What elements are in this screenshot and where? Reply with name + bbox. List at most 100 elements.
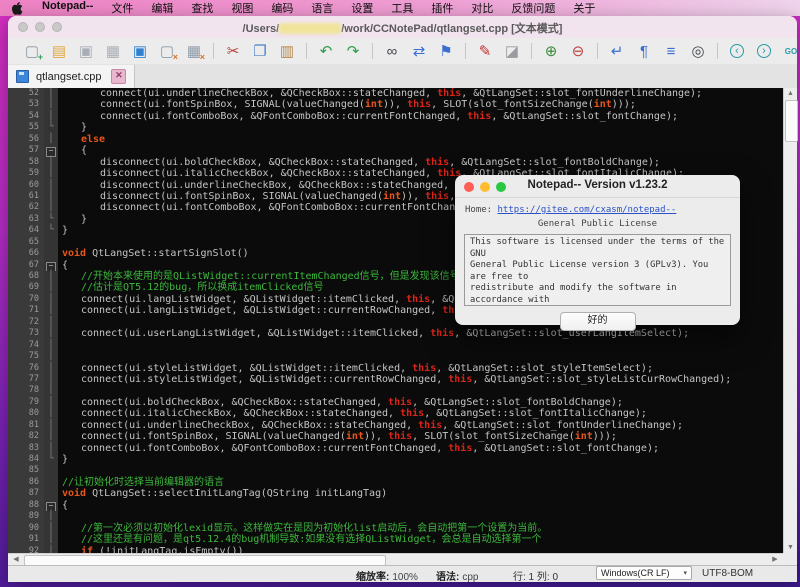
clear-mark-icon[interactable]: ◪ [500,41,524,61]
save-file-icon[interactable]: ▣ [74,41,98,61]
window-title-bar: /Users//work/CCNotePad/qtlangset.cpp [文本… [8,16,797,39]
open-folder-icon[interactable]: ▤ [47,41,71,61]
find-icon[interactable]: ∞ [380,41,404,61]
line-number: 74 [8,340,44,351]
bookmark-icon[interactable]: ⚑ [434,41,458,61]
menu-item-5[interactable]: 编码 [262,0,302,16]
home-label: Home: [465,205,492,215]
tab-close-icon[interactable]: ✕ [111,69,126,84]
menu-item-appname[interactable]: Notepad-- [33,0,102,16]
code-line-91[interactable]: 91│//这里还是有问题，是qt5.12.4的bug机制导致:如果没有选择QLi… [8,534,783,545]
fold-marker: │ [44,546,58,554]
menu-item-1[interactable]: 文件 [102,0,142,16]
code-line-78[interactable]: 78│ [8,385,783,396]
mark-highlight-icon[interactable]: ✎ [473,41,497,61]
home-link[interactable]: https://gitee.com/cxasm/notepad-- [498,205,677,215]
ok-button[interactable]: 好的 [560,312,636,331]
prev-position-glyph: ‹ [730,44,744,58]
code-line-81[interactable]: 81│connect(ui.underlineCheckBox, &QCheck… [8,420,783,431]
code-line-87[interactable]: 87void QtLangSet::selectInitLangTag(QStr… [8,488,783,499]
scroll-right-icon[interactable]: ▶ [768,555,782,563]
menu-item-3[interactable]: 查找 [182,0,222,16]
code-line-82[interactable]: 82│connect(ui.fontSpinBox, SIGNAL(valueC… [8,431,783,442]
copy-icon[interactable]: ❐ [248,41,272,61]
code-text: connect(ui.boldCheckBox, &QCheckBox::sta… [58,397,623,408]
menu-item-10[interactable]: 对比 [462,0,502,16]
code-text: } [58,122,87,133]
fold-marker: │ [44,420,58,431]
close-file-icon[interactable]: ▢× [155,41,179,61]
word-wrap-icon[interactable]: ↵ [605,41,629,61]
menu-item-11[interactable]: 反馈问题 [502,0,564,16]
code-line-54[interactable]: 54│connect(ui.fontComboBox, &QFontComboB… [8,111,783,122]
code-line-92[interactable]: 92│if (!initLangTag.isEmpty()) [8,546,783,554]
new-file-icon[interactable]: ▢+ [20,41,44,61]
scroll-up-icon[interactable]: ▲ [784,90,797,97]
save-all-icon[interactable]: ▦ [101,41,125,61]
code-text: void QtLangSet::startSignSlot() [58,248,249,259]
code-line-76[interactable]: 76│connect(ui.styleListWidget, &QListWid… [8,363,783,374]
tab-qtlangset[interactable]: qtlangset.cpp ✕ [8,65,135,88]
code-line-58[interactable]: 58│disconnect(ui.boldCheckBox, &QCheckBo… [8,157,783,168]
code-line-52[interactable]: 52│connect(ui.underlineCheckBox, &QCheck… [8,88,783,99]
replace-icon[interactable]: ⇄ [407,41,431,61]
zoom-out-icon[interactable]: ⊖ [566,41,590,61]
code-line-74[interactable]: 74│ [8,340,783,351]
code-line-56[interactable]: 56│else [8,134,783,145]
prev-position-icon[interactable]: ‹ [725,41,749,61]
menu-item-4[interactable]: 视图 [222,0,262,16]
code-line-77[interactable]: 77│connect(ui.styleListWidget, &QListWid… [8,374,783,385]
fold-marker: │ [44,99,58,110]
vertical-scrollbar-thumb[interactable] [785,100,798,142]
paste-icon[interactable]: ▥ [275,41,299,61]
show-symbols-icon[interactable]: ¶ [632,41,656,61]
line-number: 66 [8,248,44,259]
code-line-89[interactable]: 89│ [8,511,783,522]
fold-marker[interactable]: − [44,145,58,156]
eol-format-select[interactable]: Windows(CR LF) ▾ [596,566,692,580]
menu-item-12[interactable]: 关于 [564,0,604,16]
code-line-83[interactable]: 83│connect(ui.fontComboBox, &QFontComboB… [8,443,783,454]
code-line-55[interactable]: 55└} [8,122,783,133]
code-line-85[interactable]: 85 [8,465,783,476]
menu-item-9[interactable]: 插件 [422,0,462,16]
scroll-left-icon[interactable]: ◀ [9,555,23,563]
goto-line-icon[interactable]: GO [779,41,800,61]
undo-icon[interactable]: ↶ [314,41,338,61]
fold-marker[interactable]: − [44,260,58,271]
cut-icon[interactable]: ✂ [221,41,245,61]
close-all-icon[interactable]: ▦× [182,41,206,61]
line-number: 55 [8,122,44,133]
menu-item-8[interactable]: 工具 [382,0,422,16]
indent-guide-icon[interactable]: ≡ [659,41,683,61]
line-number: 72 [8,317,44,328]
code-line-80[interactable]: 80│connect(ui.italicCheckBox, &QCheckBox… [8,408,783,419]
code-line-86[interactable]: 86//让初始化时选择当前编辑器的语言 [8,477,783,488]
menu-item-2[interactable]: 编辑 [142,0,182,16]
menu-item-6[interactable]: 语言 [302,0,342,16]
locate-icon[interactable]: ◎ [686,41,710,61]
code-line-79[interactable]: 79│connect(ui.boldCheckBox, &QCheckBox::… [8,397,783,408]
snapshot-icon[interactable]: ▣ [128,41,152,61]
code-line-90[interactable]: 90│//第一次必须以初始化lexid显示。这样做实在是因为初始化list启动后… [8,523,783,534]
horizontal-scrollbar[interactable]: ◀ ▶ [8,553,783,565]
code-line-53[interactable]: 53│connect(ui.fontSpinBox, SIGNAL(valueC… [8,99,783,110]
vertical-scrollbar[interactable]: ▲ ▼ [783,88,797,553]
code-line-57[interactable]: 57−{ [8,145,783,156]
scroll-down-icon[interactable]: ▼ [784,544,797,551]
code-line-75[interactable]: 75│ [8,351,783,362]
redo-icon[interactable]: ↷ [341,41,365,61]
line-number: 59 [8,168,44,179]
code-line-84[interactable]: 84└} [8,454,783,465]
code-line-88[interactable]: 88−{ [8,500,783,511]
fold-marker: └ [44,225,58,236]
code-text: connect(ui.fontComboBox, &QFontComboBox:… [58,111,678,122]
apple-menu[interactable] [12,2,23,15]
menu-item-7[interactable]: 设置 [342,0,382,16]
line-number: 65 [8,237,44,248]
fold-marker: │ [44,180,58,191]
next-position-icon[interactable]: › [752,41,776,61]
fold-marker[interactable]: − [44,500,58,511]
zoom-in-icon[interactable]: ⊕ [539,41,563,61]
code-text: } [58,214,87,225]
